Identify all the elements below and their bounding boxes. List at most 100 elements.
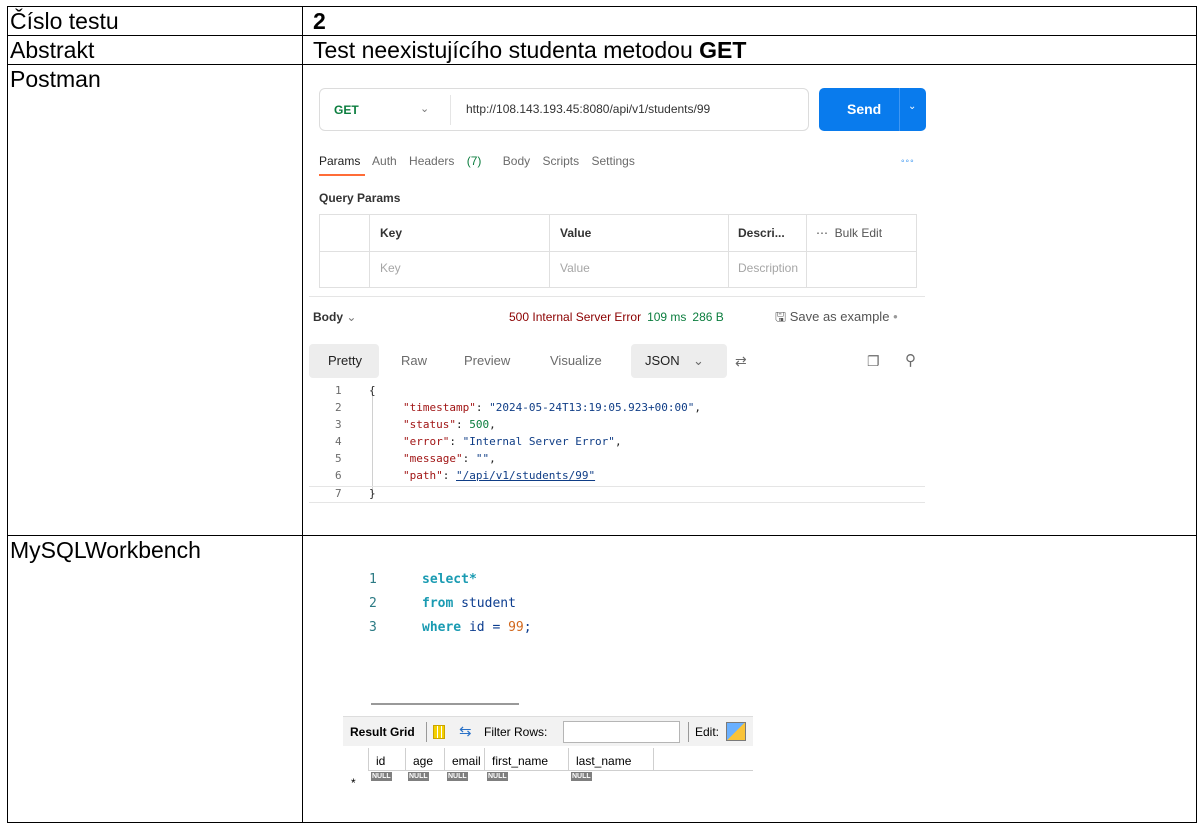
divider bbox=[899, 88, 900, 131]
sql-text: from student bbox=[422, 596, 516, 611]
filter-rows-label: Filter Rows: bbox=[484, 725, 548, 739]
grid-line bbox=[320, 251, 916, 252]
chevron-down-icon[interactable]: ⌄ bbox=[908, 101, 916, 112]
chevron-down-icon: ⌄ bbox=[346, 310, 357, 324]
value-input[interactable]: Value bbox=[560, 261, 590, 275]
line-number: 2 bbox=[369, 596, 377, 611]
line-number: 7 bbox=[335, 487, 342, 500]
bulk-edit-button[interactable]: ⋯ Bulk Edit bbox=[816, 226, 882, 240]
response-time: 109 ms bbox=[647, 310, 687, 324]
tab-headers[interactable]: Headers (7) bbox=[409, 154, 490, 168]
query-params-title: Query Params bbox=[319, 191, 401, 205]
line-number: 3 bbox=[369, 620, 377, 635]
sql-text: where id = 99; bbox=[422, 620, 532, 635]
json-value: "Internal Server Error" bbox=[462, 435, 615, 448]
json-comma: , bbox=[489, 452, 496, 465]
code-text: "path": "/api/v1/students/99" bbox=[403, 469, 596, 482]
line-number: 3 bbox=[335, 418, 342, 431]
null-badge[interactable]: NULL bbox=[447, 772, 468, 781]
abstract-text: Test neexistujícího studenta metodou bbox=[313, 37, 700, 63]
format-select[interactable]: JSON ⌄ bbox=[631, 344, 727, 378]
col-header-email[interactable]: email bbox=[452, 754, 481, 768]
sql-text: select* bbox=[422, 572, 477, 587]
more-options-icon[interactable]: ◦◦◦ bbox=[901, 156, 915, 167]
tab-scripts[interactable]: Scripts bbox=[542, 154, 579, 168]
json-value: 500 bbox=[469, 418, 490, 431]
view-pretty[interactable]: Pretty bbox=[328, 353, 362, 368]
view-preview[interactable]: Preview bbox=[464, 353, 510, 368]
chevron-down-icon: ⌄ bbox=[693, 353, 704, 368]
request-bar: GET ⌄ http://108.143.193.45:8080/api/v1/… bbox=[319, 88, 809, 131]
chevron-down-icon[interactable]: ⌄ bbox=[420, 102, 429, 115]
key-input[interactable]: Key bbox=[380, 261, 401, 275]
result-grid-label: Result Grid bbox=[350, 725, 415, 739]
code-line: 3 "status": 500, bbox=[309, 418, 925, 435]
response-status: 500 Internal Server Error 109 ms 286 B bbox=[509, 310, 724, 324]
row-label-test-number: Číslo testu bbox=[7, 6, 303, 36]
tab-auth[interactable]: Auth bbox=[372, 154, 397, 168]
null-badge[interactable]: NULL bbox=[408, 772, 429, 781]
abstract-method: GET bbox=[699, 37, 747, 63]
tab-params[interactable]: Params bbox=[319, 154, 360, 168]
code-text: "message": "", bbox=[403, 452, 496, 465]
divider bbox=[450, 95, 451, 125]
grid-line bbox=[484, 748, 485, 770]
col-header-age[interactable]: age bbox=[413, 754, 433, 768]
line-number: 1 bbox=[335, 384, 342, 397]
edit-pencil-icon[interactable] bbox=[726, 722, 746, 741]
null-badge[interactable]: NULL bbox=[371, 772, 392, 781]
divider bbox=[309, 296, 925, 297]
divider bbox=[426, 722, 427, 742]
response-body-dropdown[interactable]: Body ⌄ bbox=[313, 310, 356, 324]
send-label: Send bbox=[847, 101, 882, 117]
col-header-description: Descri... bbox=[738, 226, 785, 240]
view-visualize[interactable]: Visualize bbox=[550, 353, 602, 368]
row-label-workbench: MySQLWorkbench bbox=[7, 535, 303, 823]
col-header-key: Key bbox=[380, 226, 403, 240]
grid-line bbox=[368, 770, 753, 771]
refresh-icon[interactable]: ⇆ bbox=[459, 722, 472, 740]
null-badge[interactable]: NULL bbox=[571, 772, 592, 781]
save-as-example-button[interactable]: 🖫 Save as example • bbox=[775, 308, 898, 330]
line-number: 5 bbox=[335, 452, 342, 465]
new-row-marker: * bbox=[351, 776, 356, 790]
code-text: "error": "Internal Server Error", bbox=[403, 435, 622, 448]
save-icon: 🖫 bbox=[775, 309, 787, 324]
splitter-handle[interactable] bbox=[371, 703, 519, 705]
response-view-bar: Pretty Raw Preview Visualize JSON ⌄ ⇄ ❐ … bbox=[309, 344, 925, 378]
filter-rows-input[interactable] bbox=[563, 721, 680, 743]
json-value: "2024-05-24T13:19:05.923+00:00" bbox=[489, 401, 695, 414]
send-button[interactable]: Send ⌄ bbox=[819, 88, 926, 131]
active-tab-underline bbox=[319, 174, 365, 176]
code-text: } bbox=[369, 487, 376, 500]
search-icon[interactable]: ⚲ bbox=[905, 351, 916, 369]
json-path-link[interactable]: "/api/v1/students/99" bbox=[456, 469, 595, 482]
col-header-id[interactable]: id bbox=[376, 754, 385, 768]
col-header-value: Value bbox=[560, 226, 592, 240]
method-select[interactable]: GET bbox=[334, 103, 359, 117]
json-value: "" bbox=[475, 452, 490, 465]
format-label: JSON bbox=[645, 353, 680, 368]
sql-semicolon: ; bbox=[523, 620, 532, 635]
description-input[interactable]: Description bbox=[738, 261, 798, 275]
code-line: 4 "error": "Internal Server Error", bbox=[309, 435, 925, 452]
null-badge[interactable]: NULL bbox=[487, 772, 508, 781]
grid-line bbox=[405, 748, 406, 770]
tab-body[interactable]: Body bbox=[503, 154, 530, 168]
divider bbox=[688, 722, 689, 742]
grid-view-icon[interactable] bbox=[433, 725, 445, 739]
col-header-first-name[interactable]: first_name bbox=[492, 754, 548, 768]
json-key: "timestamp" bbox=[403, 401, 476, 414]
tab-settings[interactable]: Settings bbox=[592, 154, 635, 168]
json-key: "message" bbox=[403, 452, 463, 465]
url-input[interactable]: http://108.143.193.45:8080/api/v1/studen… bbox=[466, 102, 710, 116]
copy-icon[interactable]: ❐ bbox=[867, 353, 880, 370]
sql-number: 99 bbox=[508, 620, 524, 635]
json-key: "status" bbox=[403, 418, 456, 431]
grid-line bbox=[368, 748, 369, 770]
wrap-lines-icon[interactable]: ⇄ bbox=[735, 353, 747, 370]
body-label: Body bbox=[313, 310, 343, 324]
view-raw[interactable]: Raw bbox=[401, 353, 427, 368]
grid-line bbox=[568, 748, 569, 770]
col-header-last-name[interactable]: last_name bbox=[576, 754, 631, 768]
